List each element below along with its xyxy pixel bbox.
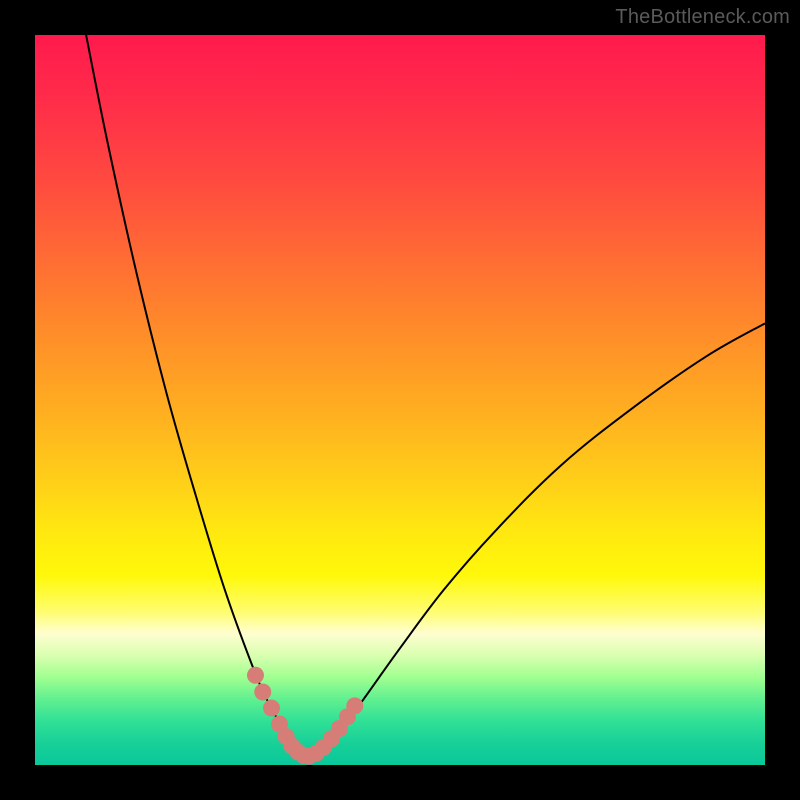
marker-group bbox=[247, 667, 363, 765]
right-curve bbox=[309, 323, 765, 756]
data-marker bbox=[263, 700, 280, 717]
data-marker bbox=[254, 684, 271, 701]
left-curve bbox=[86, 35, 309, 756]
chart-container: TheBottleneck.com bbox=[0, 0, 800, 800]
data-marker bbox=[247, 667, 264, 684]
watermark-text: TheBottleneck.com bbox=[615, 6, 790, 29]
data-marker bbox=[346, 697, 363, 714]
chart-svg bbox=[35, 35, 765, 765]
plot-area bbox=[35, 35, 765, 765]
